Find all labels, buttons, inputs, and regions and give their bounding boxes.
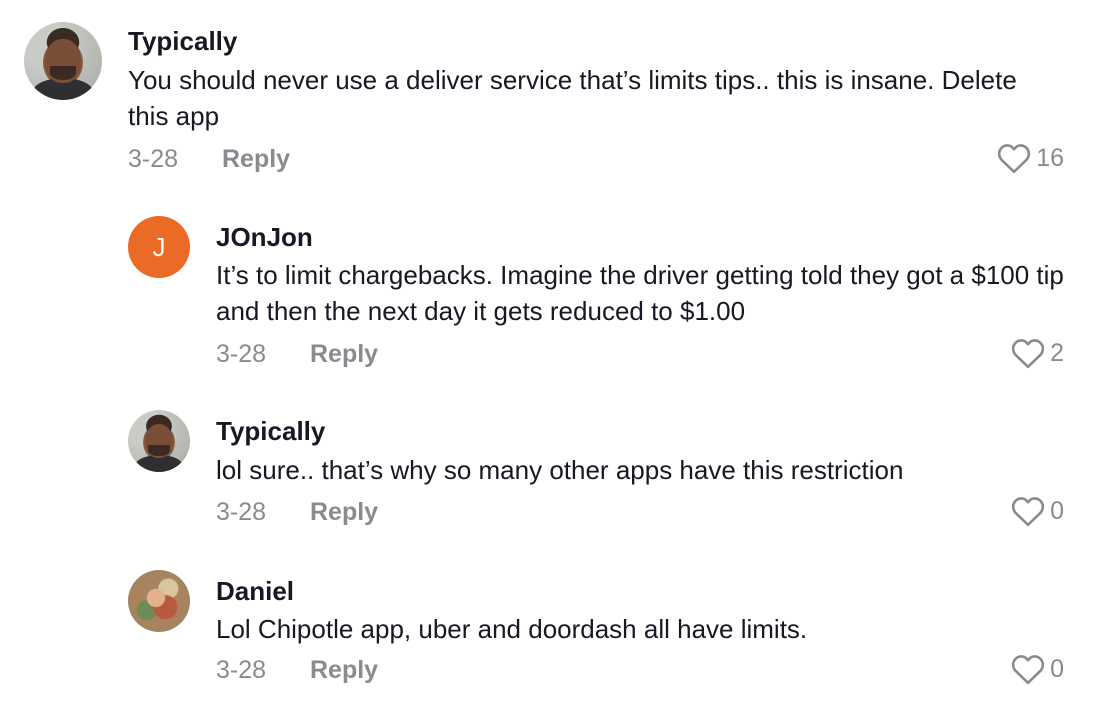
like-count: 0 (1050, 496, 1064, 525)
comment-date: 3-28 (128, 145, 179, 173)
comment-username[interactable]: Typically (128, 26, 237, 57)
like-button[interactable]: 0 (1010, 495, 1064, 527)
avatar-beard (49, 65, 77, 80)
comment-text: Lol Chipotle app, uber and doordash all … (216, 614, 808, 644)
heart-outline-icon (996, 142, 1032, 174)
reply-button[interactable]: Reply (310, 340, 378, 369)
comment-username[interactable]: Daniel (216, 576, 294, 607)
reply-comment: Daniel Lol Chipotle app, uber and doorda… (0, 550, 1100, 718)
heart-outline-icon (1010, 495, 1046, 527)
reply-button[interactable]: Reply (222, 145, 290, 174)
like-button[interactable]: 16 (996, 142, 1064, 174)
avatar-initial: J (152, 231, 166, 262)
comment-date: 3-28 (216, 656, 267, 684)
avatar[interactable] (128, 570, 190, 632)
reply-button[interactable]: Reply (310, 498, 378, 527)
avatar[interactable]: J (128, 216, 190, 278)
comment-username[interactable]: JOnJon (216, 222, 313, 253)
avatar-beard (148, 444, 170, 456)
like-button[interactable]: 2 (1010, 337, 1064, 369)
reply-button[interactable]: Reply (310, 656, 378, 685)
like-button[interactable]: 0 (1010, 653, 1064, 685)
avatar[interactable] (128, 410, 190, 472)
comment-text: You should never use a deliver service t… (128, 65, 1017, 131)
comment-text: lol sure.. that’s why so many other apps… (216, 455, 904, 485)
comment-date: 3-28 (216, 340, 267, 368)
comment-date: 3-28 (216, 498, 267, 526)
comment-text: It’s to limit chargebacks. Imagine the d… (216, 260, 1064, 326)
avatar[interactable] (24, 22, 102, 100)
comment-username[interactable]: Typically (216, 416, 325, 447)
heart-outline-icon (1010, 337, 1046, 369)
like-count: 0 (1050, 654, 1064, 683)
like-count: 16 (1036, 143, 1064, 172)
reply-comment: J JOnJon It’s to limit chargebacks. Imag… (0, 190, 1100, 390)
comment: Typically You should never use a deliver… (0, 0, 1100, 190)
reply-comment: Typically lol sure.. that’s why so many … (0, 390, 1100, 550)
like-count: 2 (1050, 338, 1064, 367)
heart-outline-icon (1010, 653, 1046, 685)
comment-thread: Typically You should never use a deliver… (0, 0, 1100, 718)
